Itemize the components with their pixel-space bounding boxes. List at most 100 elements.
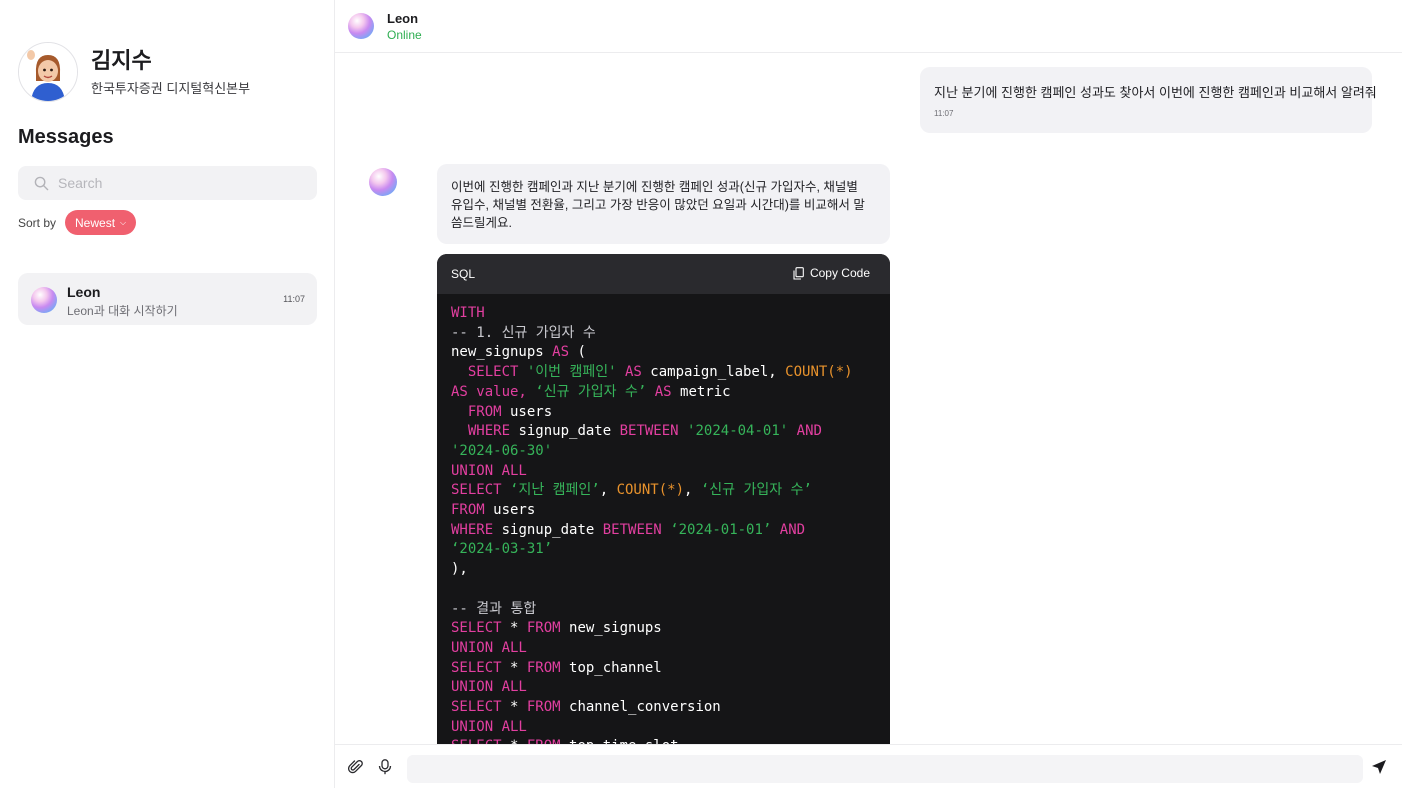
code-token: COUNT(*) <box>785 364 853 381</box>
message-text: 이번에 진행한 캠페인과 지난 분기에 진행한 캠페인 성과(신규 가입자수, … <box>451 180 865 230</box>
code-token: users <box>484 502 536 519</box>
code-token: ‘2024-01-01’ <box>670 521 772 538</box>
conversation-time: 11:07 <box>283 294 305 304</box>
code-token: WHERE <box>467 423 511 440</box>
code-token: campaign_label, <box>641 364 786 381</box>
chat-header: Leon Online <box>335 0 1402 53</box>
code-token: ( <box>569 344 586 361</box>
sort-control: Sort by Newest ⌵ <box>18 210 137 235</box>
user-message: 지난 분기에 진행한 캠페인 성과도 찾아서 이번에 진행한 캠페인과 비교해서… <box>920 67 1377 133</box>
messages-title: Messages <box>18 126 114 148</box>
code-token: WHERE <box>451 521 494 538</box>
bot-message: 이번에 진행한 캠페인과 지난 분기에 진행한 캠페인 성과(신규 가입자수, … <box>437 164 890 244</box>
sort-label: Sort by <box>18 215 57 230</box>
code-token: AS <box>625 364 642 381</box>
code-content: WITH -- 1. 신규 가입자 수 new_signups AS ( SEL… <box>437 294 890 754</box>
sort-dropdown[interactable]: Newest ⌵ <box>65 210 137 235</box>
code-token: AS <box>552 344 570 361</box>
microphone-icon[interactable] <box>378 759 392 775</box>
code-token: channel_conversion <box>560 699 721 716</box>
code-token: users <box>501 403 553 420</box>
code-token: new_signups <box>451 344 553 361</box>
code-token: '2024-06-30' <box>451 442 553 459</box>
profile-name: 김지수 <box>91 47 152 73</box>
search-input[interactable] <box>56 174 300 192</box>
code-token: -- 1. 신규 가입자 수 <box>451 324 596 341</box>
message-input[interactable] <box>407 755 1363 783</box>
message-composer <box>335 744 1402 789</box>
search-box[interactable] <box>18 166 317 200</box>
search-icon <box>34 176 49 190</box>
code-token: FROM <box>526 699 561 716</box>
conversation-item[interactable]: Leon Leon과 대화 시작하기 11:07 <box>18 273 317 325</box>
code-token: FROM <box>526 620 561 637</box>
code-token: AND <box>796 423 822 440</box>
code-token: UNION ALL <box>451 718 527 735</box>
code-token: UNION ALL <box>451 462 527 479</box>
code-token: , <box>684 482 701 499</box>
chevron-down-icon: ⌵ <box>120 217 127 227</box>
avatar[interactable] <box>18 42 78 102</box>
code-token: signup_date <box>493 521 603 538</box>
code-token: SELECT <box>451 659 502 676</box>
attachment-icon[interactable] <box>348 759 364 775</box>
bot-avatar-icon <box>369 168 397 196</box>
code-token: FROM <box>526 659 561 676</box>
chat-panel: Leon Online 지난 분기에 진행한 캠페인 성과도 찾아서 이번에 진… <box>335 0 1402 789</box>
bot-avatar-icon <box>31 287 57 313</box>
profile-organization: 한국투자증권 디지털혁신본부 <box>91 80 251 96</box>
code-token: '2024-04-01' <box>687 423 789 440</box>
code-token: SELECT <box>467 364 519 381</box>
send-icon[interactable] <box>1371 759 1387 775</box>
code-token: FROM <box>467 403 502 420</box>
contact-status: Online <box>387 28 422 42</box>
code-token: , <box>599 482 617 499</box>
code-token: * <box>501 699 527 716</box>
code-token: AS <box>654 383 672 400</box>
code-token: ), <box>451 561 468 578</box>
message-time: 11:07 <box>934 109 954 118</box>
code-token: UNION ALL <box>451 639 527 656</box>
code-token: AND <box>779 521 806 538</box>
code-token: ‘지난 캠페인’ <box>510 482 600 499</box>
copy-icon <box>793 266 804 280</box>
code-language: SQL <box>451 267 476 281</box>
bot-avatar-icon <box>348 13 374 39</box>
copy-code-label: Copy Code <box>809 266 870 280</box>
user-profile: 김지수 한국투자증권 디지털혁신본부 <box>18 42 250 102</box>
code-token: ‘신규 가입자 수’ <box>535 383 647 400</box>
conversation-preview: Leon과 대화 시작하기 <box>67 304 178 318</box>
code-token: COUNT(*) <box>616 482 684 499</box>
code-token: WITH <box>451 305 485 321</box>
code-token: SELECT <box>451 482 502 499</box>
code-token: ‘2024-03-31’ <box>451 541 553 558</box>
code-token: metric <box>671 383 731 400</box>
code-token: SELECT <box>451 620 502 637</box>
code-token: top_channel <box>560 659 662 676</box>
sidebar: 김지수 한국투자증권 디지털혁신본부 Messages Sort by Newe… <box>0 0 335 788</box>
code-token: FROM <box>451 502 485 519</box>
code-token: * <box>501 659 527 676</box>
code-block: SQL Copy Code WITH -- 1. 신규 가입자 수 new_si… <box>437 254 890 754</box>
code-token: UNION ALL <box>451 679 527 696</box>
code-token: BETWEEN <box>619 423 679 440</box>
copy-code-button[interactable]: Copy Code <box>793 266 870 280</box>
contact-name: Leon <box>387 11 419 26</box>
code-token: ‘신규 가입자 수’ <box>700 482 812 499</box>
conversation-name: Leon <box>67 284 101 300</box>
code-token: AS value, <box>451 383 527 400</box>
code-token: BETWEEN <box>602 521 662 538</box>
code-token: SELECT <box>451 699 502 716</box>
code-block-header: SQL Copy Code <box>437 254 890 294</box>
code-token: '이번 캠페인' <box>526 364 617 381</box>
